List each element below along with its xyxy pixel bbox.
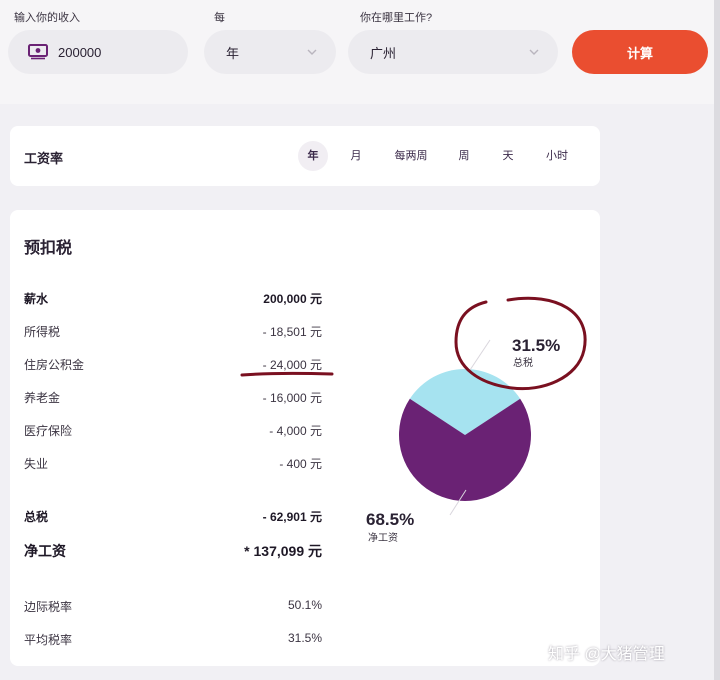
net-percent-caption: 净工资 xyxy=(368,533,398,544)
tab-day[interactable]: 天 xyxy=(498,141,518,171)
income-tax-label: 所得税 xyxy=(24,325,61,339)
income-value: 200000 xyxy=(58,44,102,60)
tab-biweekly[interactable]: 每两周 xyxy=(388,141,434,171)
tab-year[interactable]: 年 xyxy=(298,141,328,171)
withholding-title: 预扣税 xyxy=(24,240,73,257)
housing-fund-label: 住房公积金 xyxy=(24,358,85,372)
scrollbar-track[interactable] xyxy=(714,0,720,680)
city-value: 广州 xyxy=(370,45,397,61)
total-tax-value: - 62,901 元 xyxy=(262,510,322,524)
chevron-down-icon xyxy=(307,49,317,55)
city-label: 你在哪里工作? xyxy=(360,12,433,24)
watermark-text: 知乎 @大猪管理 xyxy=(548,646,665,663)
money-icon xyxy=(28,44,48,60)
average-rate-value: 31.5% xyxy=(287,631,322,645)
period-label: 每 xyxy=(214,12,225,24)
tax-percent-label: 31.5% xyxy=(512,336,561,355)
city-select[interactable]: 广州 xyxy=(348,30,558,74)
calculate-button[interactable]: 计算 xyxy=(572,30,708,74)
income-label: 输入你的收入 xyxy=(14,12,80,24)
medical-insurance-label: 医疗保险 xyxy=(24,424,73,438)
pension-value: - 16,000 元 xyxy=(262,391,322,405)
pay-rate-card: 工资率 年 月 每两周 周 天 小时 xyxy=(10,126,600,186)
medical-insurance-value: - 4,000 元 xyxy=(269,424,322,438)
tax-pie-chart xyxy=(399,369,531,501)
unemployment-label: 失业 xyxy=(24,457,49,471)
tab-month[interactable]: 月 xyxy=(346,141,366,171)
marginal-rate-value: 50.1% xyxy=(287,598,322,612)
pension-label: 养老金 xyxy=(24,391,61,405)
income-input[interactable]: 200000 xyxy=(8,30,188,74)
net-pay-label: 净工资 xyxy=(24,543,66,559)
average-rate-label: 平均税率 xyxy=(24,633,73,647)
net-pay-value: * 137,099 元 xyxy=(244,543,322,559)
housing-fund-value: - 24,000 元 xyxy=(262,358,322,372)
tab-week[interactable]: 周 xyxy=(454,141,474,171)
marginal-rate-label: 边际税率 xyxy=(24,600,73,614)
salary-value: 200,000 元 xyxy=(263,292,322,306)
salary-label: 薪水 xyxy=(24,292,49,306)
unemployment-value: - 400 元 xyxy=(279,457,322,471)
total-tax-label: 总税 xyxy=(24,510,49,524)
period-value: 年 xyxy=(226,45,240,61)
pay-rate-title: 工资率 xyxy=(24,151,64,166)
net-percent-label: 68.5% xyxy=(366,510,415,529)
income-tax-value: - 18,501 元 xyxy=(262,325,322,339)
tab-hour[interactable]: 小时 xyxy=(542,141,572,171)
period-select[interactable]: 年 xyxy=(204,30,336,74)
tax-percent-caption: 总税 xyxy=(513,358,533,369)
chevron-down-icon xyxy=(529,49,539,55)
income-form-bar: 输入你的收入 200000 每 年 你在哪里工作? 广州 计算 xyxy=(0,0,720,104)
